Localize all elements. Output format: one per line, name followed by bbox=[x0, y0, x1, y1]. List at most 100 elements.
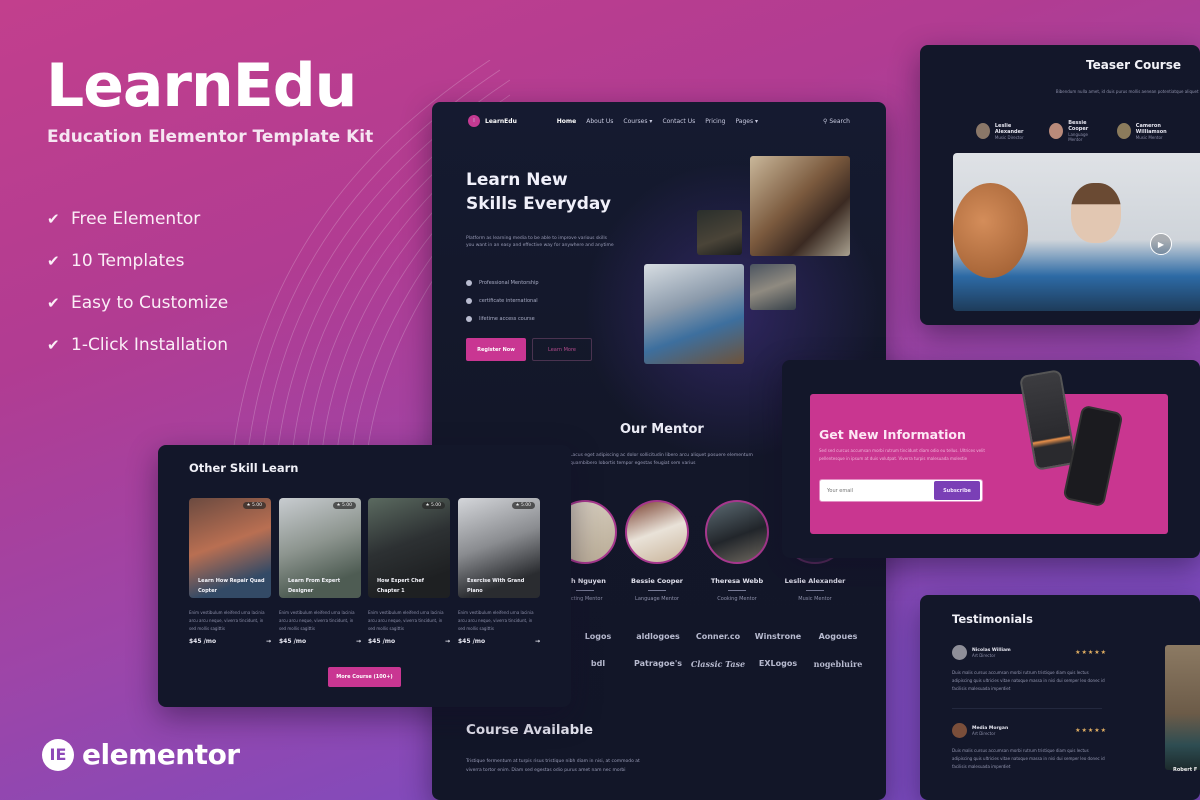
course-desc: Enim vestibulum eleifend urna lacinia ar… bbox=[189, 610, 265, 631]
site-logo-text[interactable]: LearnEdu bbox=[485, 118, 517, 125]
more-course-button[interactable]: More Course (100+) bbox=[328, 667, 401, 687]
mentor-avatar bbox=[705, 500, 769, 564]
course-available-desc: Tristique fermentum at turpis risus tris… bbox=[466, 759, 640, 773]
reviewer-avatar bbox=[952, 645, 967, 660]
feature-list: ✔ Free Elementor ✔ 10 Templates ✔ Easy to C… bbox=[47, 198, 228, 366]
course-price: $45 /mo bbox=[189, 638, 217, 645]
subscribe-button[interactable]: Subscribe bbox=[934, 481, 980, 500]
arrow-right-icon[interactable]: → bbox=[266, 638, 271, 645]
divider bbox=[806, 590, 824, 591]
nav-contact[interactable]: Contact Us bbox=[662, 118, 695, 125]
testimonials-title: Testimonials bbox=[952, 612, 1033, 626]
course-title: Learn From Expert Designer bbox=[288, 578, 341, 594]
partner-logo: Classic Tase bbox=[690, 659, 746, 669]
person-avatar bbox=[976, 123, 990, 139]
reviewer-photo bbox=[1165, 645, 1200, 770]
testimonial-item: Nicolas William Art Director ★★★★★ Duis ma… bbox=[952, 645, 1107, 693]
arrow-right-icon[interactable]: → bbox=[356, 638, 361, 645]
hero-intro: Platform as learning media to be able to… bbox=[466, 236, 614, 248]
hero-heading: Learn New Skills Everyday bbox=[466, 168, 611, 216]
divider bbox=[576, 590, 594, 591]
hero-title: LearnEdu bbox=[46, 51, 357, 121]
partner-logo: Winstrone bbox=[754, 632, 802, 641]
course-card[interactable]: ★ 5.00 Learn From Expert Designer Enim v… bbox=[279, 498, 361, 645]
mentor-card[interactable]: Bessie Cooper Language Mentor bbox=[624, 500, 690, 602]
course-card[interactable]: ★ 5.00 How Expert Chef Chapter 1 Enim ve… bbox=[368, 498, 450, 645]
mentor-role: Cooking Mentor bbox=[717, 596, 757, 602]
feature-label: 1-Click Installation bbox=[71, 335, 229, 355]
newsletter-preview: Get New Information Sed sed curcus accum… bbox=[782, 360, 1200, 558]
person-item: Cameron Williamson Music Mentor bbox=[1116, 123, 1186, 140]
testimonials-preview: Testimonials Nicolas William Art Director… bbox=[920, 595, 1200, 800]
teaser-desc: Bibendum nulla amet, id duis purus molli… bbox=[1055, 89, 1200, 94]
checklist-label: certificate international bbox=[479, 298, 538, 304]
cymbal-shape bbox=[953, 183, 1028, 278]
nav-pages[interactable]: Pages ▾ bbox=[735, 118, 758, 125]
course-price: $45 /mo bbox=[458, 638, 486, 645]
nav-courses[interactable]: Courses ▾ bbox=[623, 118, 652, 125]
elementor-logo-icon: IE bbox=[42, 738, 74, 771]
nav-pages-label: Pages bbox=[735, 117, 754, 125]
course-image: ★ 5.00 How Expert Chef Chapter 1 bbox=[368, 498, 450, 598]
course-title: How Expert Chef Chapter 1 bbox=[377, 578, 424, 594]
checklist-label: lifetime access course bbox=[479, 316, 535, 322]
student-photo bbox=[750, 264, 796, 310]
check-icon: ✔ bbox=[47, 210, 60, 228]
divider bbox=[952, 708, 1102, 709]
arrow-right-icon[interactable]: → bbox=[445, 638, 450, 645]
feature-item: ✔ Easy to Customize bbox=[47, 282, 228, 324]
rating-badge: ★ 5.00 bbox=[242, 502, 266, 509]
course-card[interactable]: ★ 5.00 Learn How Repair Quad Copter Enim… bbox=[189, 498, 271, 645]
hero-heading-line2: Skills Everyday bbox=[466, 194, 611, 214]
partner-logo: Logos bbox=[584, 632, 612, 641]
reviewer-role: Art Director bbox=[972, 730, 996, 736]
course-title: Exercise With Grand Piano bbox=[467, 578, 525, 594]
nav-home[interactable]: Home bbox=[557, 118, 576, 125]
nav-pricing[interactable]: Pricing bbox=[705, 118, 725, 125]
star-rating: ★★★★★ bbox=[1075, 649, 1107, 656]
nav-search[interactable]: ⚲ Search bbox=[823, 118, 850, 125]
partner-logo: Conner.co bbox=[695, 632, 741, 641]
mentor-section-desc: Lacus eget adipiscing ac dolor sollicitu… bbox=[570, 453, 753, 466]
mentor-role: Music Mentor bbox=[798, 596, 832, 602]
other-skill-preview: Other Skill Learn ★ 5.00 Learn How Repai… bbox=[158, 445, 571, 707]
reviewer-name: Nicolas William bbox=[972, 647, 1011, 653]
elementor-brand: IE elementor bbox=[42, 738, 240, 771]
course-price: $45 /mo bbox=[279, 638, 307, 645]
check-circle-icon bbox=[466, 316, 472, 322]
feature-item: ✔ 1-Click Installation bbox=[47, 324, 228, 366]
skills-title: Other Skill Learn bbox=[189, 461, 299, 475]
arrow-right-icon[interactable]: → bbox=[535, 638, 540, 645]
person-role: Music Director bbox=[994, 134, 1024, 140]
email-input[interactable] bbox=[820, 487, 934, 494]
feature-item: ✔ Free Elementor bbox=[47, 198, 228, 240]
partner-logo: Aogoues bbox=[818, 632, 858, 641]
learn-more-button[interactable]: Learn More bbox=[532, 338, 592, 361]
reviewer-avatar bbox=[952, 723, 967, 738]
course-card[interactable]: ★ 5.00 Exercise With Grand Piano Enim ve… bbox=[458, 498, 540, 645]
reviewer-name: Media Morgan bbox=[972, 725, 1009, 731]
partner-logo: aldlogoes bbox=[636, 632, 680, 641]
team-working-photo bbox=[644, 264, 744, 364]
register-now-button[interactable]: Register Now bbox=[466, 338, 526, 361]
person-avatar bbox=[1116, 123, 1131, 139]
partner-logo: nogebluire bbox=[813, 659, 863, 669]
divider bbox=[728, 590, 746, 591]
play-icon[interactable]: ▶ bbox=[1150, 233, 1172, 255]
rating-badge: ★ 5.00 bbox=[332, 502, 356, 509]
check-icon: ✔ bbox=[47, 336, 60, 354]
testimonial-item: Media Morgan Art Director ★★★★★ Duis malis… bbox=[952, 723, 1107, 771]
teaser-course-preview: Teaser Course Bibendum nulla amet, id du… bbox=[920, 45, 1200, 325]
hero-subtitle: Education Elementor Template Kit bbox=[47, 127, 374, 147]
check-circle-icon bbox=[466, 280, 472, 286]
mentor-card[interactable]: Theresa Webb Cooking Mentor bbox=[704, 500, 770, 602]
nav-about[interactable]: About Us bbox=[586, 118, 613, 125]
rating-value: 5.00 bbox=[251, 503, 262, 508]
course-price: $45 /mo bbox=[368, 638, 396, 645]
course-available-title: Course Available bbox=[466, 722, 594, 738]
teaser-title: Teaser Course bbox=[1086, 58, 1181, 72]
teaser-video[interactable]: ▶ bbox=[953, 153, 1200, 311]
person-name: Leslie Alexander bbox=[994, 122, 1024, 135]
course-desc: Enim vestibulum eleifend urna lacinia ar… bbox=[279, 610, 355, 631]
person-item: Leslie Alexander Music Director bbox=[976, 123, 1035, 140]
